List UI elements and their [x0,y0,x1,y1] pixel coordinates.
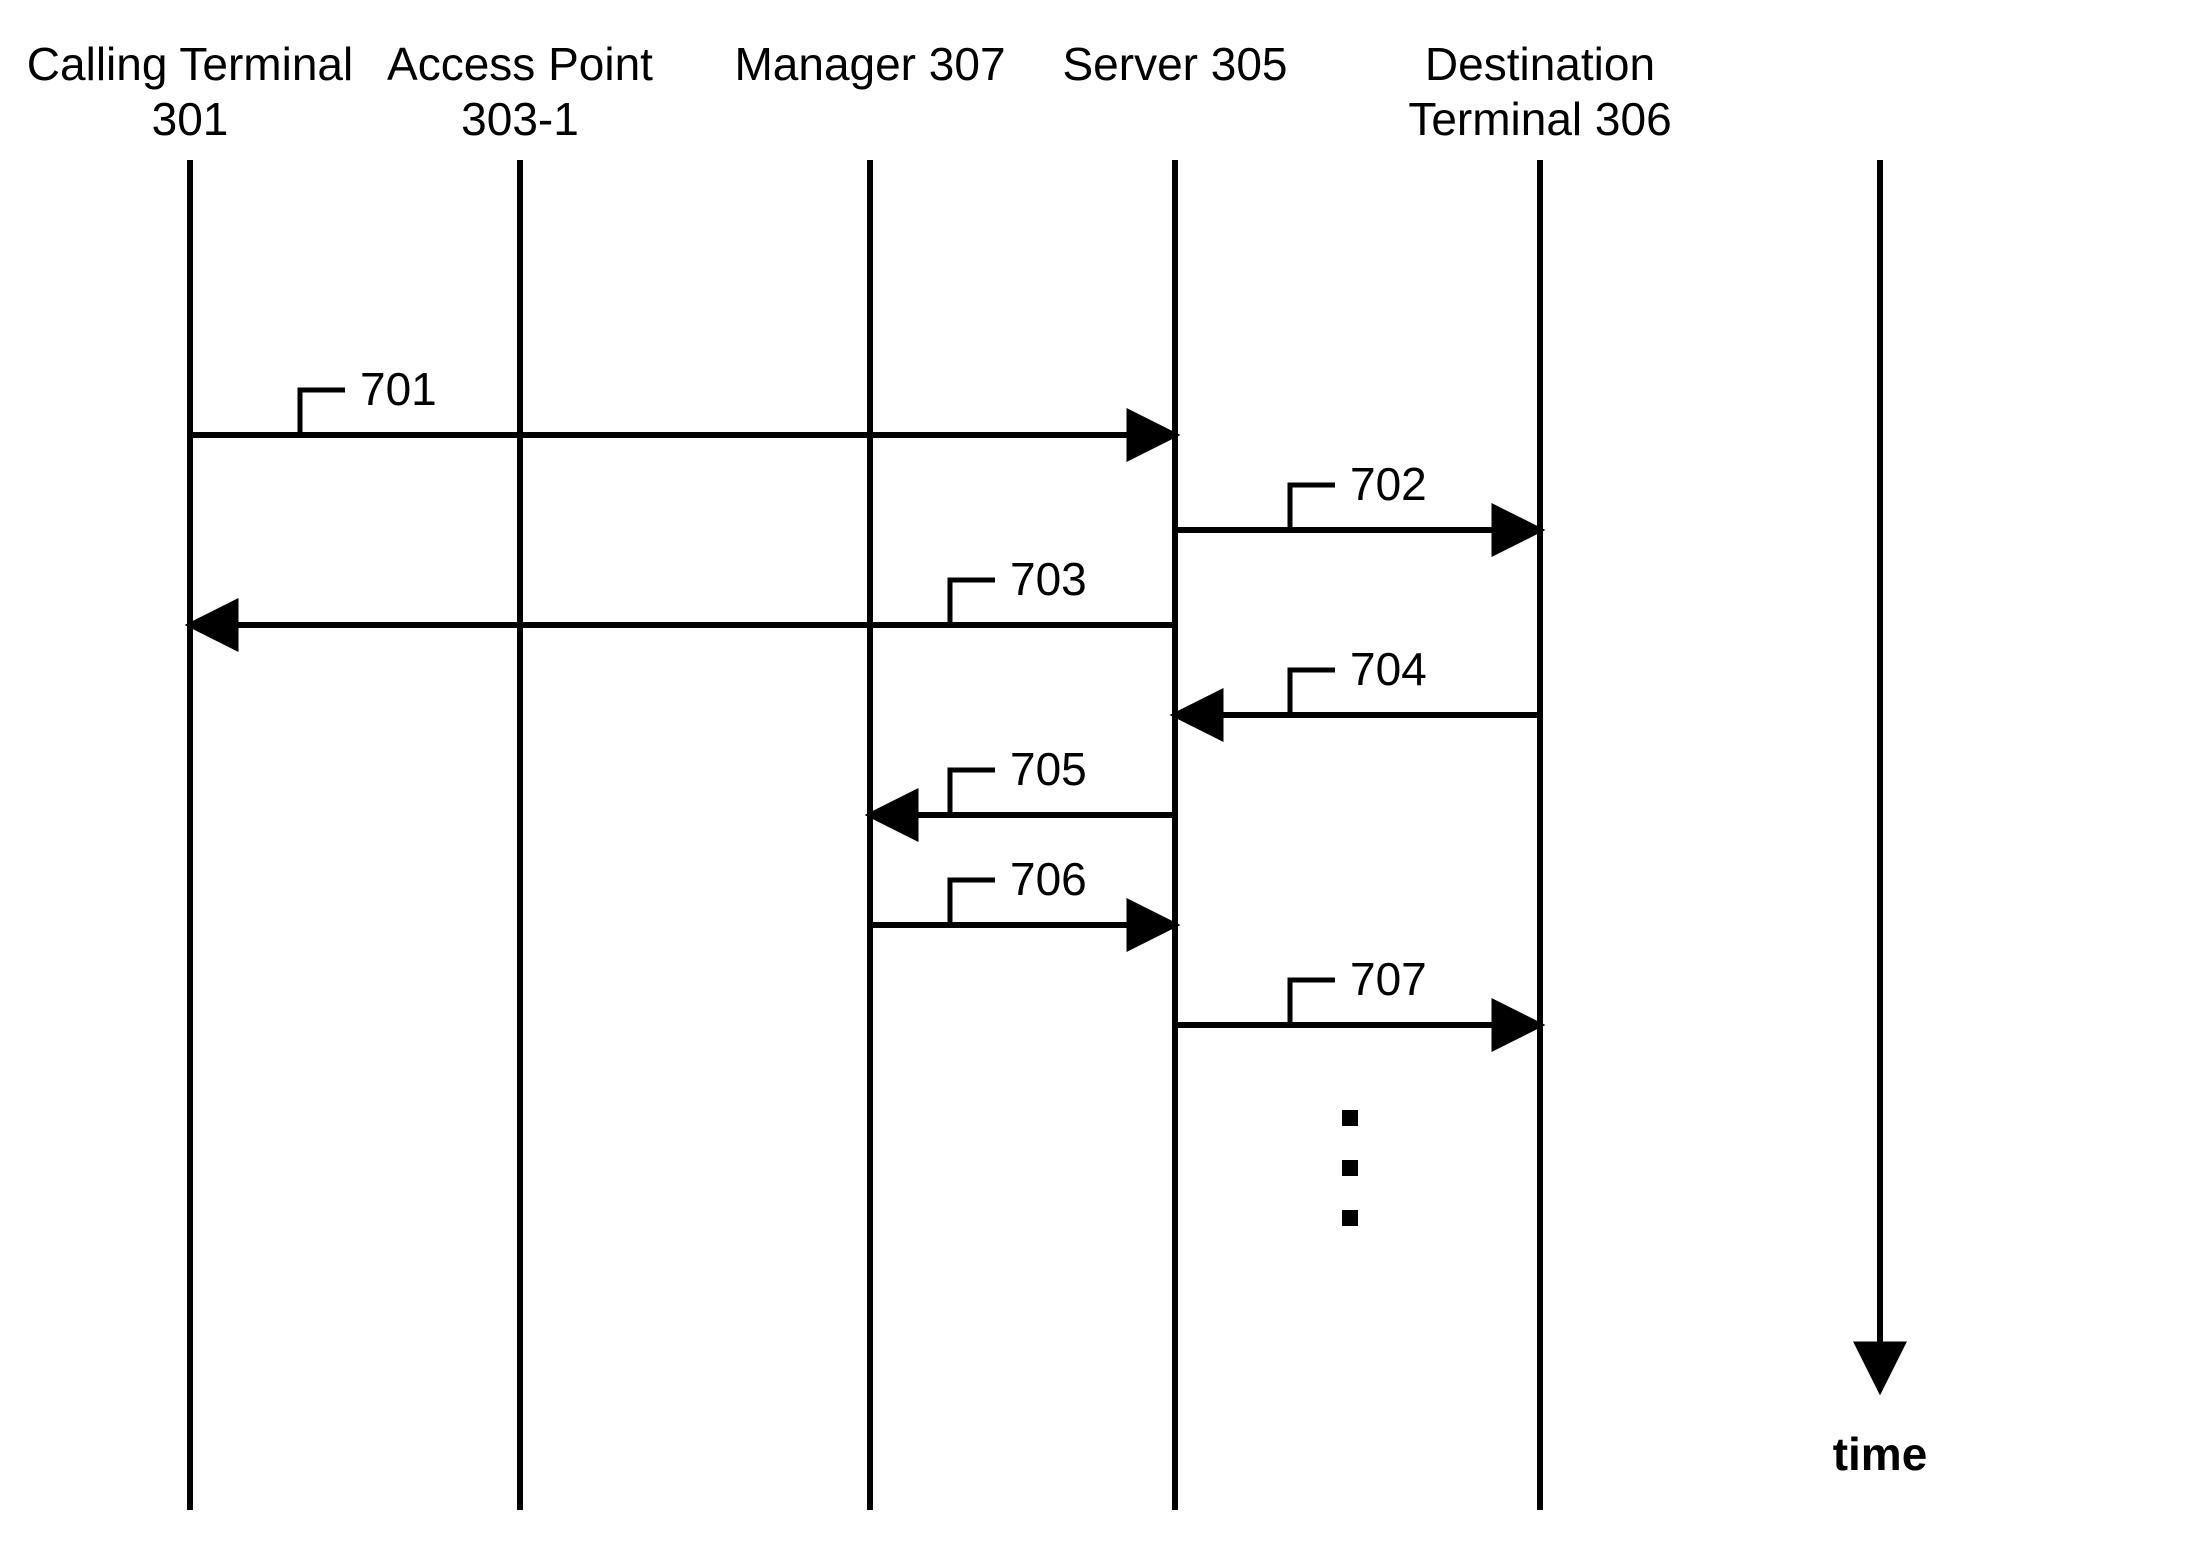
message-label: 701 [360,363,437,415]
actor-label: Destination [1425,38,1655,90]
message-label: 704 [1350,643,1427,695]
actor-server: Server 305 [1062,38,1287,1510]
message-label: 706 [1010,853,1087,905]
time-label: time [1833,1428,1928,1480]
sequence-diagram: Calling Terminal301Access Point303-1Mana… [0,0,2209,1544]
message-705: 705 [870,743,1175,815]
actor-label: Calling Terminal [27,38,353,90]
message-label: 705 [1010,743,1087,795]
message-706: 706 [870,853,1175,925]
callout-bracket [1290,670,1335,715]
message-701: 701 [190,363,1175,435]
message-label: 707 [1350,953,1427,1005]
actor-label: Server 305 [1062,38,1287,90]
message-label: 703 [1010,553,1087,605]
message-707: 707 [1175,953,1540,1025]
callout-bracket [950,580,995,625]
callout-bracket [1290,485,1335,530]
actor-access: Access Point303-1 [387,38,653,1510]
actor-calling: Calling Terminal301 [27,38,353,1510]
actor-sublabel: 303-1 [461,93,579,145]
callout-bracket [950,770,995,815]
time-axis: time [1833,160,1928,1480]
actor-label: Manager 307 [734,38,1005,90]
callout-bracket [950,880,995,925]
message-702: 702 [1175,458,1540,530]
message-704: 704 [1175,643,1540,715]
actor-sublabel: Terminal 306 [1408,93,1671,145]
callout-bracket [1290,980,1335,1025]
actor-label: Access Point [387,38,653,90]
actor-sublabel: 301 [152,93,229,145]
message-703: 703 [190,553,1175,625]
ellipsis-icon [1342,1110,1358,1226]
actor-destination: DestinationTerminal 306 [1408,38,1671,1510]
message-label: 702 [1350,458,1427,510]
actor-manager: Manager 307 [734,38,1005,1510]
callout-bracket [300,390,345,435]
